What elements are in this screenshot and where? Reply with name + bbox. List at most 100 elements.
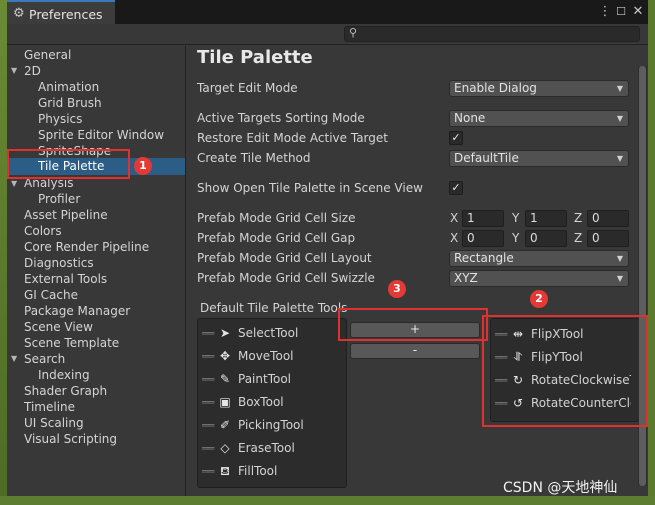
drag-handle-icon[interactable]: ══: [202, 350, 214, 363]
sidebar-item-diagnostics[interactable]: Diagnostics: [24, 255, 94, 271]
sidebar-item-2d[interactable]: 2D: [24, 63, 41, 79]
sidebar-item-core-render-pipeline[interactable]: Core Render Pipeline: [24, 239, 149, 255]
grid-cell-layout-dropdown[interactable]: Rectangle ▼: [449, 250, 629, 267]
sidebar-item-colors[interactable]: Colors: [24, 223, 62, 239]
annotation-box-2: [482, 315, 648, 427]
move-arrows-icon: ✥: [219, 349, 231, 363]
z-axis-label: Z: [574, 211, 583, 225]
chevron-down-icon: ▼: [616, 84, 623, 93]
tool-label: PickingTool: [238, 418, 304, 432]
sidebar-item-general[interactable]: General: [24, 47, 71, 63]
sidebar-item-search[interactable]: Search: [24, 351, 65, 367]
list-item[interactable]: ══ ✐ PickingTool: [198, 417, 338, 437]
drag-handle-icon[interactable]: ══: [202, 465, 214, 478]
eraser-icon: ◇: [220, 441, 230, 455]
dropdown-value: Rectangle: [454, 251, 514, 265]
z-axis-label: Z: [574, 231, 583, 245]
expand-arrow-icon[interactable]: ▼: [11, 179, 17, 188]
dropdown-value: Enable Dialog: [454, 81, 537, 95]
sidebar-item-asset-pipeline[interactable]: Asset Pipeline: [24, 207, 108, 223]
y-axis-label: Y: [512, 211, 520, 225]
dropdown-value: DefaultTile: [454, 151, 519, 165]
cell-gap-x-input[interactable]: 0: [462, 230, 504, 247]
kebab-menu-icon[interactable]: ⋮: [598, 4, 612, 19]
sidebar-item-scene-view[interactable]: Scene View: [24, 319, 93, 335]
sidebar-item-timeline[interactable]: Timeline: [24, 399, 75, 415]
title-bar: ⚙ Preferences ⋮ ☐ ✕: [7, 0, 648, 24]
close-icon[interactable]: ✕: [631, 4, 645, 19]
sidebar-item-sprite-editor-window[interactable]: Sprite Editor Window: [38, 127, 164, 143]
annotation-badge-3: 3: [388, 280, 406, 298]
watermark: CSDN @天地神仙: [503, 480, 618, 496]
sidebar-item-gi-cache[interactable]: GI Cache: [24, 287, 78, 303]
sidebar-item-visual-scripting[interactable]: Visual Scripting: [24, 431, 117, 447]
cell-size-y-input[interactable]: 1: [525, 210, 567, 227]
annotation-badge-2: 2: [530, 290, 548, 308]
sidebar-item-ui-scaling[interactable]: UI Scaling: [24, 415, 84, 431]
sidebar-item-package-manager[interactable]: Package Manager: [24, 303, 130, 319]
restore-edit-mode-checkbox[interactable]: ✓: [449, 131, 463, 145]
sidebar: General ▼ 2D Animation Grid Brush Physic…: [7, 46, 186, 496]
window-title: Preferences: [29, 7, 103, 22]
chevron-down-icon: ▼: [616, 274, 623, 283]
expand-arrow-icon[interactable]: ▼: [11, 66, 17, 75]
dropdown-value: None: [454, 111, 486, 125]
tool-label: PaintTool: [238, 372, 292, 386]
list-item[interactable]: ══ ▣ BoxTool: [198, 394, 338, 414]
grid-cell-gap-label: Prefab Mode Grid Cell Gap: [197, 231, 356, 245]
search-input[interactable]: ⚲: [344, 26, 640, 42]
sorting-mode-dropdown[interactable]: None ▼: [449, 110, 629, 127]
sidebar-item-grid-brush[interactable]: Grid Brush: [38, 95, 102, 111]
drag-handle-icon[interactable]: ══: [202, 419, 214, 432]
sidebar-item-external-tools[interactable]: External Tools: [24, 271, 107, 287]
create-tile-method-label: Create Tile Method: [197, 151, 311, 165]
list-item[interactable]: ══ ⛾ FillTool: [198, 463, 338, 483]
sidebar-item-physics[interactable]: Physics: [38, 111, 82, 127]
cell-size-z-input[interactable]: 0: [587, 210, 629, 227]
drag-handle-icon[interactable]: ══: [202, 373, 214, 386]
create-tile-method-dropdown[interactable]: DefaultTile ▼: [449, 150, 629, 167]
sorting-mode-label: Active Targets Sorting Mode: [197, 111, 365, 125]
expand-arrow-icon[interactable]: ▼: [11, 354, 17, 363]
grid-cell-swizzle-dropdown[interactable]: XYZ ▼: [449, 270, 629, 287]
drag-handle-icon[interactable]: ══: [202, 327, 214, 340]
sidebar-item-indexing[interactable]: Indexing: [38, 367, 90, 383]
list-item[interactable]: ══ ➤ SelectTool: [198, 325, 338, 345]
scene-background-left: [0, 0, 7, 505]
window-tab[interactable]: ⚙ Preferences: [7, 0, 115, 24]
chevron-down-icon: ▼: [616, 114, 623, 123]
grid-cell-layout-label: Prefab Mode Grid Cell Layout: [197, 251, 372, 265]
cell-gap-z-input[interactable]: 0: [587, 230, 629, 247]
annotation-badge-1: 1: [134, 157, 152, 175]
list-item[interactable]: ══ ◇ EraseTool: [198, 440, 338, 460]
page-title: Tile Palette: [197, 47, 313, 68]
maximize-icon[interactable]: ☐: [614, 5, 628, 18]
sidebar-item-animation[interactable]: Animation: [38, 79, 99, 95]
cell-gap-y-input[interactable]: 0: [525, 230, 567, 247]
target-edit-mode-dropdown[interactable]: Enable Dialog ▼: [449, 80, 629, 97]
search-icon: ⚲: [349, 26, 358, 39]
remove-tool-button[interactable]: -: [350, 343, 480, 359]
tool-label: EraseTool: [238, 441, 295, 455]
sidebar-item-scene-template[interactable]: Scene Template: [24, 335, 119, 351]
list-item[interactable]: ══ ✎ PaintTool: [198, 371, 338, 391]
gear-icon: ⚙: [13, 6, 25, 21]
annotation-box-3: [338, 308, 488, 341]
restore-edit-mode-label: Restore Edit Mode Active Target: [197, 131, 388, 145]
tool-label: FillTool: [238, 464, 278, 478]
grid-cell-size-label: Prefab Mode Grid Cell Size: [197, 211, 356, 225]
list-item[interactable]: ══ ✥ MoveTool: [198, 348, 338, 368]
show-open-palette-checkbox[interactable]: ✓: [449, 181, 463, 195]
chevron-down-icon: ▼: [616, 154, 623, 163]
drag-handle-icon[interactable]: ══: [202, 396, 214, 409]
target-edit-mode-label: Target Edit Mode: [197, 81, 298, 95]
sidebar-item-shader-graph[interactable]: Shader Graph: [24, 383, 107, 399]
y-axis-label: Y: [512, 231, 520, 245]
tool-label: BoxTool: [238, 395, 284, 409]
sidebar-item-profiler[interactable]: Profiler: [38, 191, 80, 207]
x-axis-label: X: [450, 231, 459, 245]
default-tools-list: ══ ➤ SelectTool ══ ✥ MoveTool ══ ✎ PaintTool ═…: [197, 318, 347, 488]
drag-handle-icon[interactable]: ══: [202, 442, 214, 455]
dropdown-value: XYZ: [454, 271, 478, 285]
cell-size-x-input[interactable]: 1: [462, 210, 504, 227]
